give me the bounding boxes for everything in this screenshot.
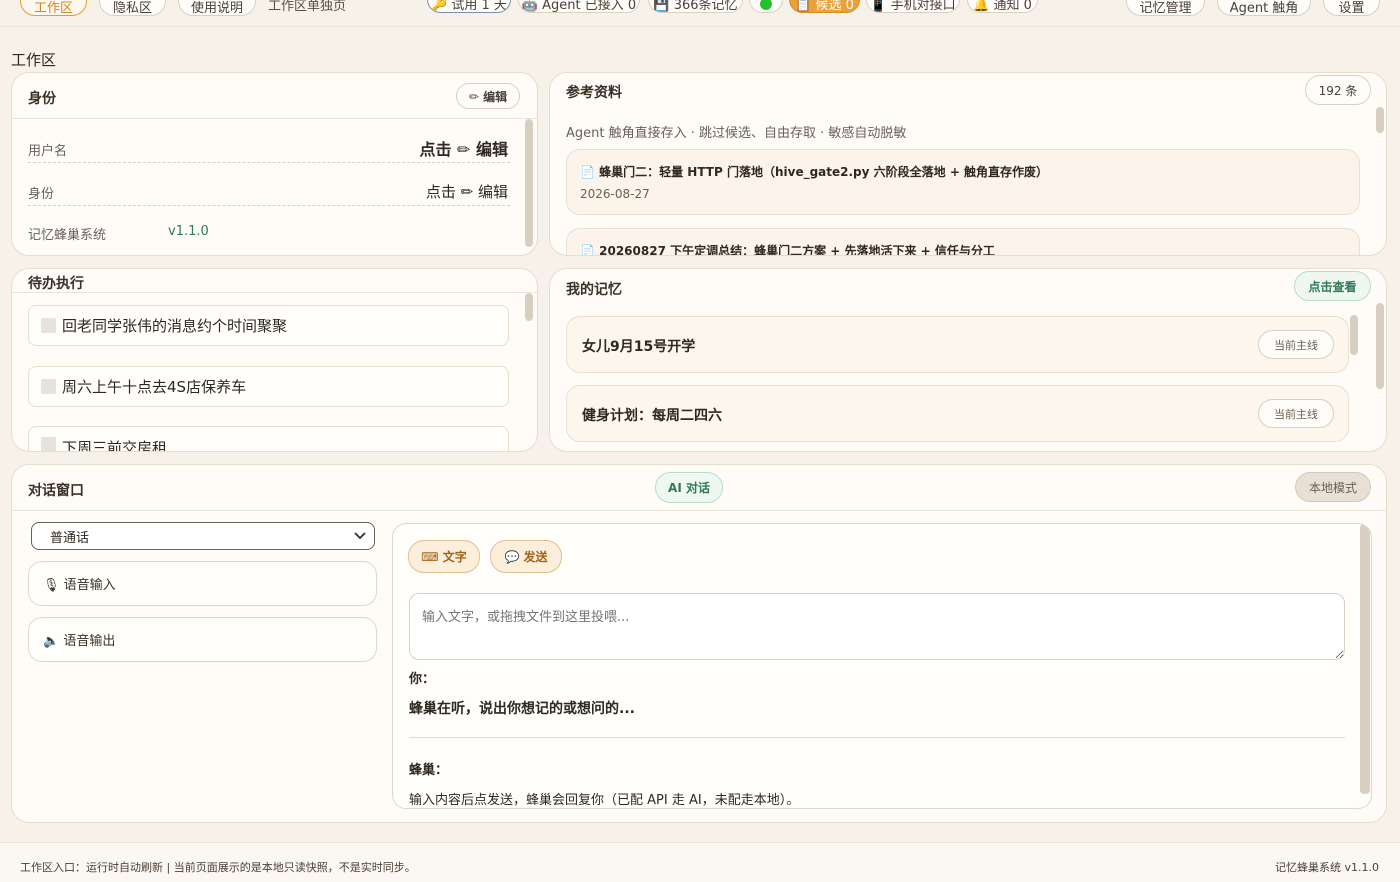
identity-panel: 身份 ✏ 编辑 用户名 点击 ✏ 编辑 身份 点击 ✏ 编辑 记忆蜂巢系统 v1… — [11, 72, 538, 256]
message-input[interactable] — [409, 593, 1345, 660]
username-value[interactable]: 点击 ✏ 编辑 — [419, 136, 508, 160]
text-mode-button[interactable]: ⌨ 文字 — [408, 540, 480, 573]
agent-badge[interactable]: 🤖 Agent 已接入 0 — [518, 0, 640, 13]
bot-message: 输入内容后点发送，蜂巢会回复你（已配 API 走 AI，未配走本地）。 — [409, 793, 800, 808]
todo-item-text: 下周三前交房租 — [62, 439, 168, 452]
memory-item[interactable]: 健身计划：每周二四六 当前主线 — [566, 385, 1349, 442]
tab-workspace[interactable]: 工作区 — [20, 0, 87, 16]
voice-input-button[interactable]: 🎙 语音输入 — [28, 561, 377, 606]
todo-title: 待办执行 — [28, 276, 84, 292]
tab-help[interactable]: 使用说明 — [178, 0, 256, 16]
reference-item[interactable]: 📄 20260827 下午定调总结：蜂巢门二方案 + 先落地活下来 + 信任与分… — [566, 228, 1360, 256]
memory-item-tag[interactable]: 当前主线 — [1258, 330, 1334, 359]
footer-version: 记忆蜂巢系统 v1.1.0 — [1275, 861, 1379, 874]
reference-item[interactable]: 📄 蜂巢门二：轻量 HTTP 门落地（hive_gate2.py 六阶段全落地 … — [566, 149, 1360, 215]
footer-status: 工作区入口：运行时自动刷新 | 当前页面展示的是本地只读快照，不是实时同步。 — [20, 861, 416, 874]
todo-checkbox[interactable] — [41, 437, 56, 451]
todo-checkbox[interactable] — [41, 379, 56, 394]
language-select-value: 普通话 — [50, 530, 90, 546]
todo-panel: 待办执行 回老同学张伟的消息约个时间聚聚 周六上午十点去4S店保养车 下周三前交… — [11, 268, 538, 452]
reference-count-badge: 192 条 — [1305, 75, 1371, 105]
conversation-divider — [409, 737, 1345, 738]
trial-badge[interactable]: 🔑 试用 1 天 — [427, 0, 511, 13]
role-value[interactable]: 点击 ✏ 编辑 — [426, 181, 508, 202]
memory-title: 我的记忆 — [566, 282, 622, 298]
identity-header-divider — [12, 118, 537, 119]
settings-button[interactable]: 设置 — [1323, 0, 1380, 16]
chat-panel: 对话窗口 AI 对话 本地模式 普通话 🎙 语音输入 🔈 语音输出 ⌨ 文字 💬… — [11, 464, 1387, 823]
reference-item-date: 2026-08-27 — [580, 187, 650, 201]
reference-item-title: 📄 20260827 下午定调总结：蜂巢门二方案 + 先落地活下来 + 信任与分… — [580, 244, 995, 256]
you-label: 你： — [409, 672, 436, 687]
memory-item-text: 女儿9月15号开学 — [582, 339, 696, 355]
memory-item-tag[interactable]: 当前主线 — [1258, 399, 1334, 428]
reference-item-title: 📄 蜂巢门二：轻量 HTTP 门落地（hive_gate2.py 六阶段全落地 … — [580, 165, 1049, 179]
system-version: v1.1.0 — [168, 224, 209, 239]
tab-privacy[interactable]: 隐私区 — [99, 0, 166, 16]
username-label: 用户名 — [28, 144, 68, 159]
chat-header-divider — [12, 510, 1386, 511]
username-divider — [28, 162, 510, 163]
memory-outer-scrollbar[interactable] — [1376, 303, 1384, 389]
topbar-divider — [0, 26, 1400, 27]
you-message: 蜂巢在听，说出你想记的或想问的... — [409, 701, 635, 717]
notify-badge[interactable]: 🔔 通知 0 — [967, 0, 1038, 13]
reference-scrollbar[interactable] — [1376, 107, 1384, 133]
todo-scrollbar[interactable] — [525, 293, 533, 321]
memory-count-badge[interactable]: 💾 366条记忆 — [648, 0, 743, 13]
conversation-area: ⌨ 文字 💬 发送 你： 蜂巢在听，说出你想记的或想问的... 蜂巢： 输入内容… — [392, 523, 1372, 809]
todo-header-divider — [12, 292, 537, 293]
memory-view-button[interactable]: 点击查看 — [1294, 271, 1371, 301]
candidates-badge[interactable]: 📋 候选 0 — [789, 0, 860, 13]
system-label: 记忆蜂巢系统 — [28, 228, 107, 243]
identity-title: 身份 — [28, 91, 56, 107]
role-divider — [28, 205, 510, 206]
send-button[interactable]: 💬 发送 — [490, 540, 562, 573]
page-subtitle: 工作区单独页 — [268, 0, 347, 14]
status-indicator — [749, 0, 783, 13]
conversation-scrollbar[interactable] — [1360, 524, 1370, 794]
todo-checkbox[interactable] — [41, 318, 56, 333]
chevron-down-icon — [353, 528, 367, 546]
status-dot-icon — [760, 0, 772, 10]
reference-title: 参考资料 — [566, 85, 622, 101]
voice-output-button[interactable]: 🔈 语音输出 — [28, 617, 377, 662]
role-label: 身份 — [28, 187, 55, 202]
reference-description: Agent 触角直接存入 · 跳过候选、自由存取 · 敏感自动脱敏 — [566, 126, 907, 141]
phone-interface-badge[interactable]: 📱 手机对接口 — [866, 0, 960, 13]
ai-chat-toggle[interactable]: AI 对话 — [655, 472, 723, 503]
memory-item[interactable]: 女儿9月15号开学 当前主线 — [566, 316, 1349, 373]
memory-item-text: 健身计划：每周二四六 — [582, 408, 722, 424]
identity-scrollbar[interactable] — [525, 119, 533, 247]
language-select[interactable]: 普通话 — [31, 522, 375, 550]
page-title: 工作区 — [11, 51, 57, 69]
memory-panel: 我的记忆 点击查看 女儿9月15号开学 当前主线 健身计划：每周二四六 当前主线 — [549, 268, 1387, 452]
todo-item[interactable]: 回老同学张伟的消息约个时间聚聚 — [28, 305, 509, 346]
todo-item-text: 周六上午十点去4S店保养车 — [62, 378, 247, 396]
agent-tentacle-button[interactable]: Agent 触角 — [1217, 0, 1311, 16]
reference-panel: 参考资料 192 条 Agent 触角直接存入 · 跳过候选、自由存取 · 敏感… — [549, 72, 1387, 256]
todo-item-text: 回老同学张伟的消息约个时间聚聚 — [62, 317, 288, 335]
identity-edit-button[interactable]: ✏ 编辑 — [456, 83, 520, 109]
memory-inner-scrollbar[interactable] — [1350, 315, 1358, 355]
chat-title: 对话窗口 — [28, 483, 84, 499]
todo-item[interactable]: 周六上午十点去4S店保养车 — [28, 366, 509, 407]
todo-item[interactable]: 下周三前交房租 — [28, 426, 509, 452]
local-mode-toggle[interactable]: 本地模式 — [1295, 472, 1371, 502]
bot-label: 蜂巢： — [409, 763, 449, 778]
memory-manage-button[interactable]: 记忆管理 — [1126, 0, 1205, 16]
